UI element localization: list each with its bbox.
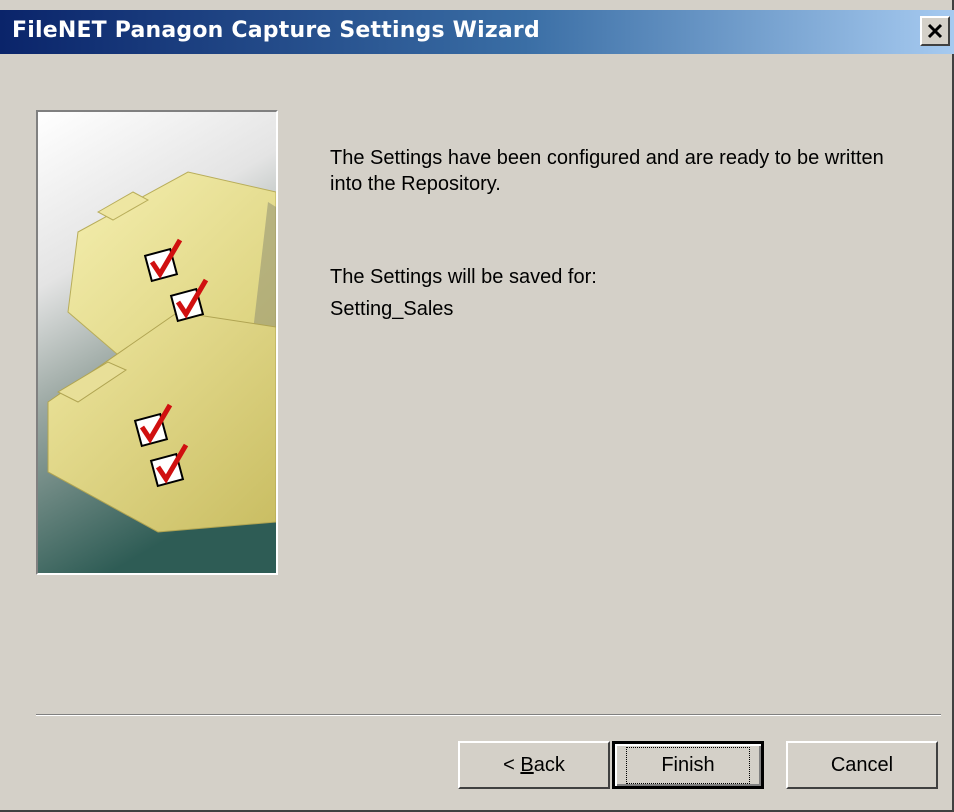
wizard-window: FileNET Panagon Capture Settings Wizard	[0, 0, 954, 812]
saved-for-label: The Settings will be saved for:	[330, 266, 597, 288]
title-bar: FileNET Panagon Capture Settings Wizard	[0, 10, 954, 54]
finish-button-label: Finish	[626, 746, 750, 784]
back-button-label: < Back	[503, 753, 565, 776]
setting-name: Setting_Sales	[330, 298, 454, 320]
back-button[interactable]: < Back	[458, 741, 610, 789]
window-title: FileNET Panagon Capture Settings Wizard	[12, 18, 540, 43]
cancel-button[interactable]: Cancel	[786, 741, 938, 789]
ready-message: The Settings have been configured and ar…	[330, 147, 884, 195]
finish-button[interactable]: Finish	[612, 741, 764, 789]
separator	[36, 714, 941, 716]
close-button[interactable]	[920, 16, 950, 46]
cancel-button-label: Cancel	[830, 753, 894, 776]
checked-folders-illustration	[36, 110, 278, 575]
close-icon	[927, 23, 943, 39]
